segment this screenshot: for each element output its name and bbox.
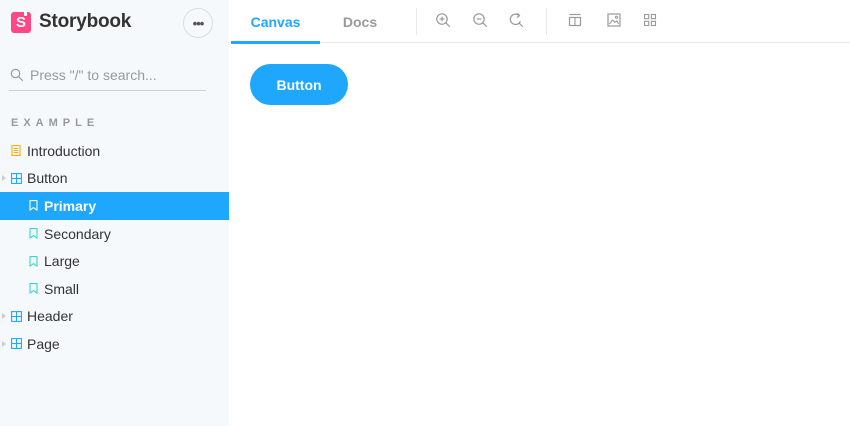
sidebar-item-label: Introduction — [27, 142, 101, 159]
sidebar-item-page[interactable]: Page — [0, 330, 229, 358]
zoom-reset-icon[interactable] — [506, 10, 526, 30]
search-input[interactable] — [30, 67, 200, 83]
sidebar-item-introduction[interactable]: Introduction — [0, 137, 229, 165]
sidebar-item-primary[interactable]: Primary — [0, 192, 229, 220]
toolbar-divider — [546, 8, 547, 35]
brand[interactable]: S Storybook — [11, 10, 131, 34]
zoom-out-icon[interactable] — [470, 10, 490, 30]
menu-button[interactable]: ••• — [183, 8, 213, 38]
bookmark-icon — [27, 228, 39, 240]
tab-docs[interactable]: Docs — [325, 0, 395, 43]
sidebar-item-secondary[interactable]: Secondary — [0, 220, 229, 248]
outline-grid-icon[interactable] — [640, 10, 660, 30]
sidebar-item-header[interactable]: Header — [0, 303, 229, 331]
component-icon — [10, 338, 22, 350]
expand-caret-icon[interactable] — [2, 340, 6, 347]
search-box — [9, 60, 206, 91]
toolbar: Canvas Docs — [229, 0, 850, 44]
story-primary-button[interactable]: Button — [250, 64, 348, 105]
section-title: EXAMPLE — [11, 117, 100, 129]
tab-canvas[interactable]: Canvas — [231, 0, 320, 44]
sidebar-item-label: Primary — [44, 197, 97, 214]
sidebar-item-large[interactable]: Large — [0, 247, 229, 275]
sidebar-item-label: Large — [44, 253, 80, 270]
sidebar-item-label: Button — [27, 170, 68, 187]
brand-name: Storybook — [39, 11, 132, 32]
component-icon — [10, 172, 22, 184]
search-icon — [10, 68, 24, 82]
grid-background-icon[interactable] — [565, 10, 585, 30]
story-tree: Introduction Button Primary Secondary La… — [0, 137, 229, 358]
sidebar-item-label: Page — [27, 335, 60, 352]
expand-caret-icon[interactable] — [2, 313, 6, 320]
document-icon — [10, 145, 22, 157]
toolbar-divider — [416, 8, 417, 35]
zoom-in-icon[interactable] — [433, 10, 453, 30]
expand-caret-icon[interactable] — [2, 175, 6, 182]
sidebar: S Storybook ••• EXAMPLE Introduction But… — [0, 0, 229, 426]
sidebar-item-button[interactable]: Button — [0, 165, 229, 193]
bookmark-icon — [27, 255, 39, 267]
sidebar-item-label: Secondary — [44, 225, 111, 242]
logo-letter: S — [15, 14, 26, 31]
sidebar-item-small[interactable]: Small — [0, 275, 229, 303]
image-background-icon[interactable] — [604, 10, 624, 30]
storybook-logo-icon: S — [11, 10, 31, 33]
sidebar-item-label: Header — [27, 308, 73, 325]
sidebar-item-label: Small — [44, 280, 80, 297]
bookmark-icon — [27, 283, 39, 295]
component-icon — [10, 310, 22, 322]
bookmark-icon — [27, 200, 39, 212]
